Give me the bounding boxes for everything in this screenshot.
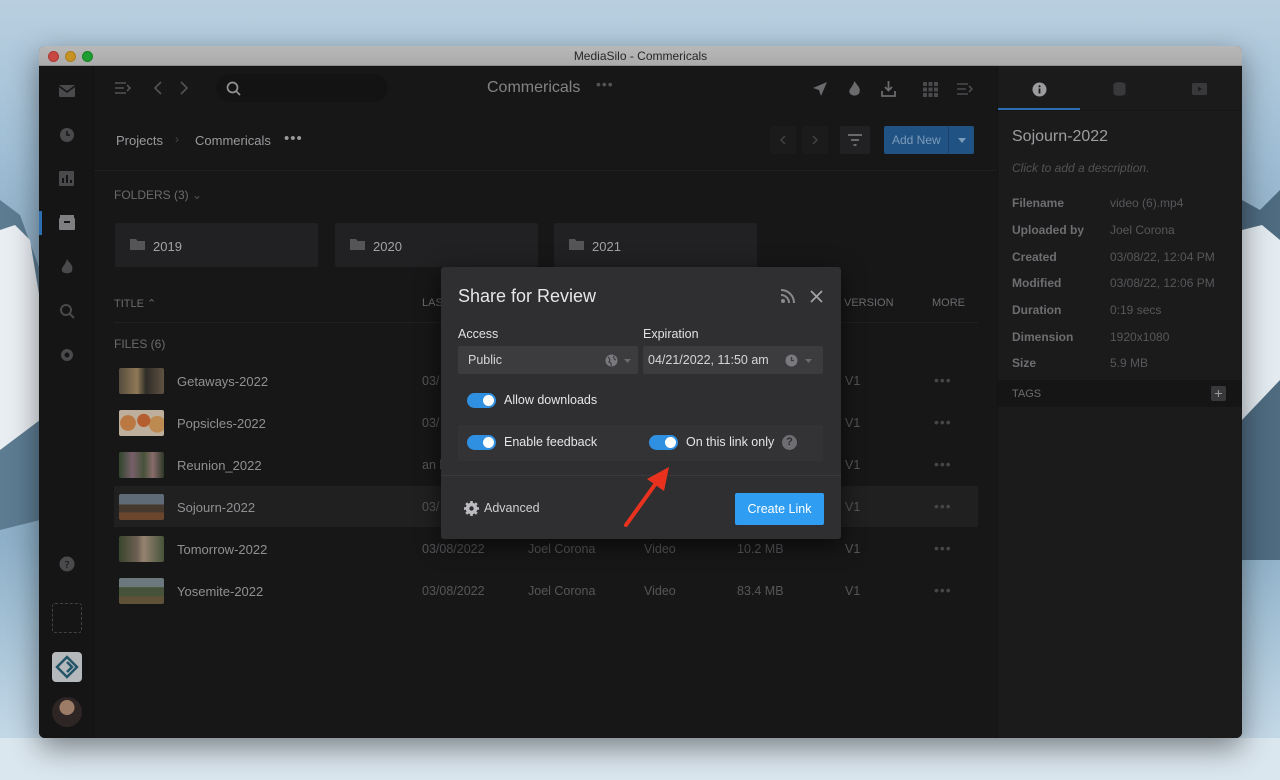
access-select[interactable]: Public bbox=[458, 346, 638, 374]
rss-feed-icon[interactable] bbox=[780, 288, 796, 304]
enable-feedback-toggle[interactable] bbox=[467, 435, 496, 450]
expiration-select[interactable]: 04/21/2022, 11:50 am bbox=[643, 346, 823, 374]
advanced-button[interactable]: Advanced bbox=[484, 501, 540, 515]
access-value: Public bbox=[468, 353, 503, 367]
advanced-gear-icon[interactable] bbox=[464, 501, 479, 516]
create-link-button[interactable]: Create Link bbox=[735, 493, 824, 525]
chevron-down-icon bbox=[624, 359, 631, 363]
allow-downloads-toggle[interactable] bbox=[467, 393, 496, 408]
expiration-value: 04/21/2022, 11:50 am bbox=[648, 353, 769, 367]
link-only-label: On this link only bbox=[686, 435, 775, 449]
annotation-arrow bbox=[624, 467, 669, 527]
expiration-label: Expiration bbox=[643, 327, 699, 341]
create-link-label: Create Link bbox=[747, 502, 812, 516]
close-dialog-icon[interactable] bbox=[808, 288, 824, 304]
globe-icon bbox=[605, 354, 618, 367]
chevron-down-icon bbox=[805, 359, 812, 363]
clock-icon bbox=[785, 354, 798, 367]
enable-feedback-label: Enable feedback bbox=[504, 435, 598, 449]
access-label: Access bbox=[458, 327, 499, 341]
dialog-title: Share for Review bbox=[458, 286, 597, 306]
allow-downloads-label: Allow downloads bbox=[504, 393, 598, 407]
app-window: MediaSilo - Commericals ? Commericals ••… bbox=[39, 46, 1242, 738]
link-only-toggle[interactable] bbox=[649, 435, 678, 450]
help-question-icon[interactable]: ? bbox=[782, 435, 797, 450]
